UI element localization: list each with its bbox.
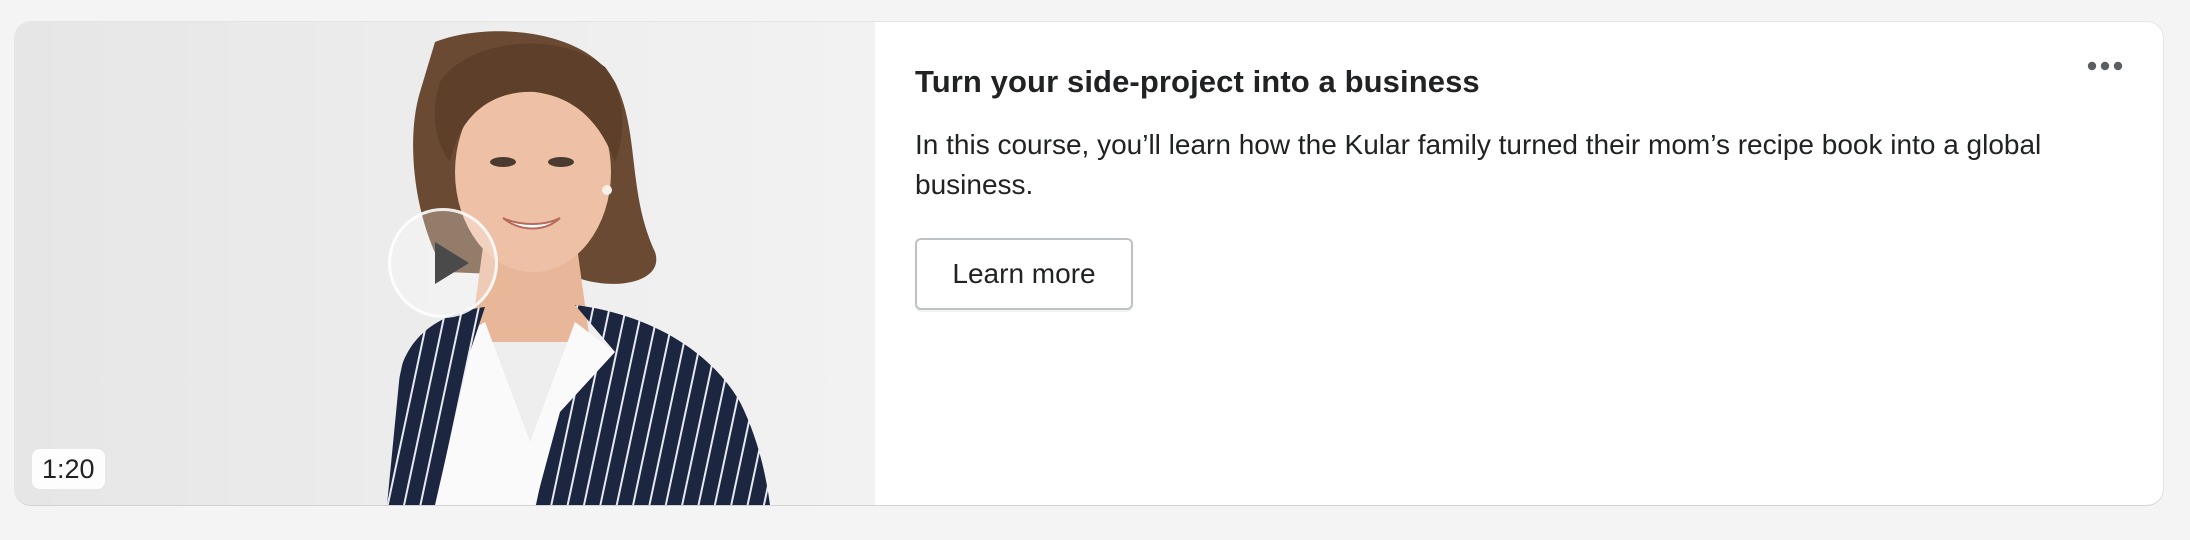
more-horizontal-icon [2087,61,2123,71]
play-icon [435,242,469,284]
play-button[interactable] [388,208,498,318]
card-content: Turn your side-project into a business I… [915,22,2115,505]
video-duration: 1:20 [32,449,105,489]
course-title: Turn your side-project into a business [915,64,1480,99]
video-thumbnail[interactable]: 1:20 [15,22,875,505]
learn-more-button[interactable]: Learn more [915,238,1133,310]
more-actions-button[interactable] [2085,56,2125,76]
course-description: In this course, you’ll learn how the Kul… [915,129,2042,200]
course-card: 1:20 Turn your side-project into a busin… [15,22,2163,505]
